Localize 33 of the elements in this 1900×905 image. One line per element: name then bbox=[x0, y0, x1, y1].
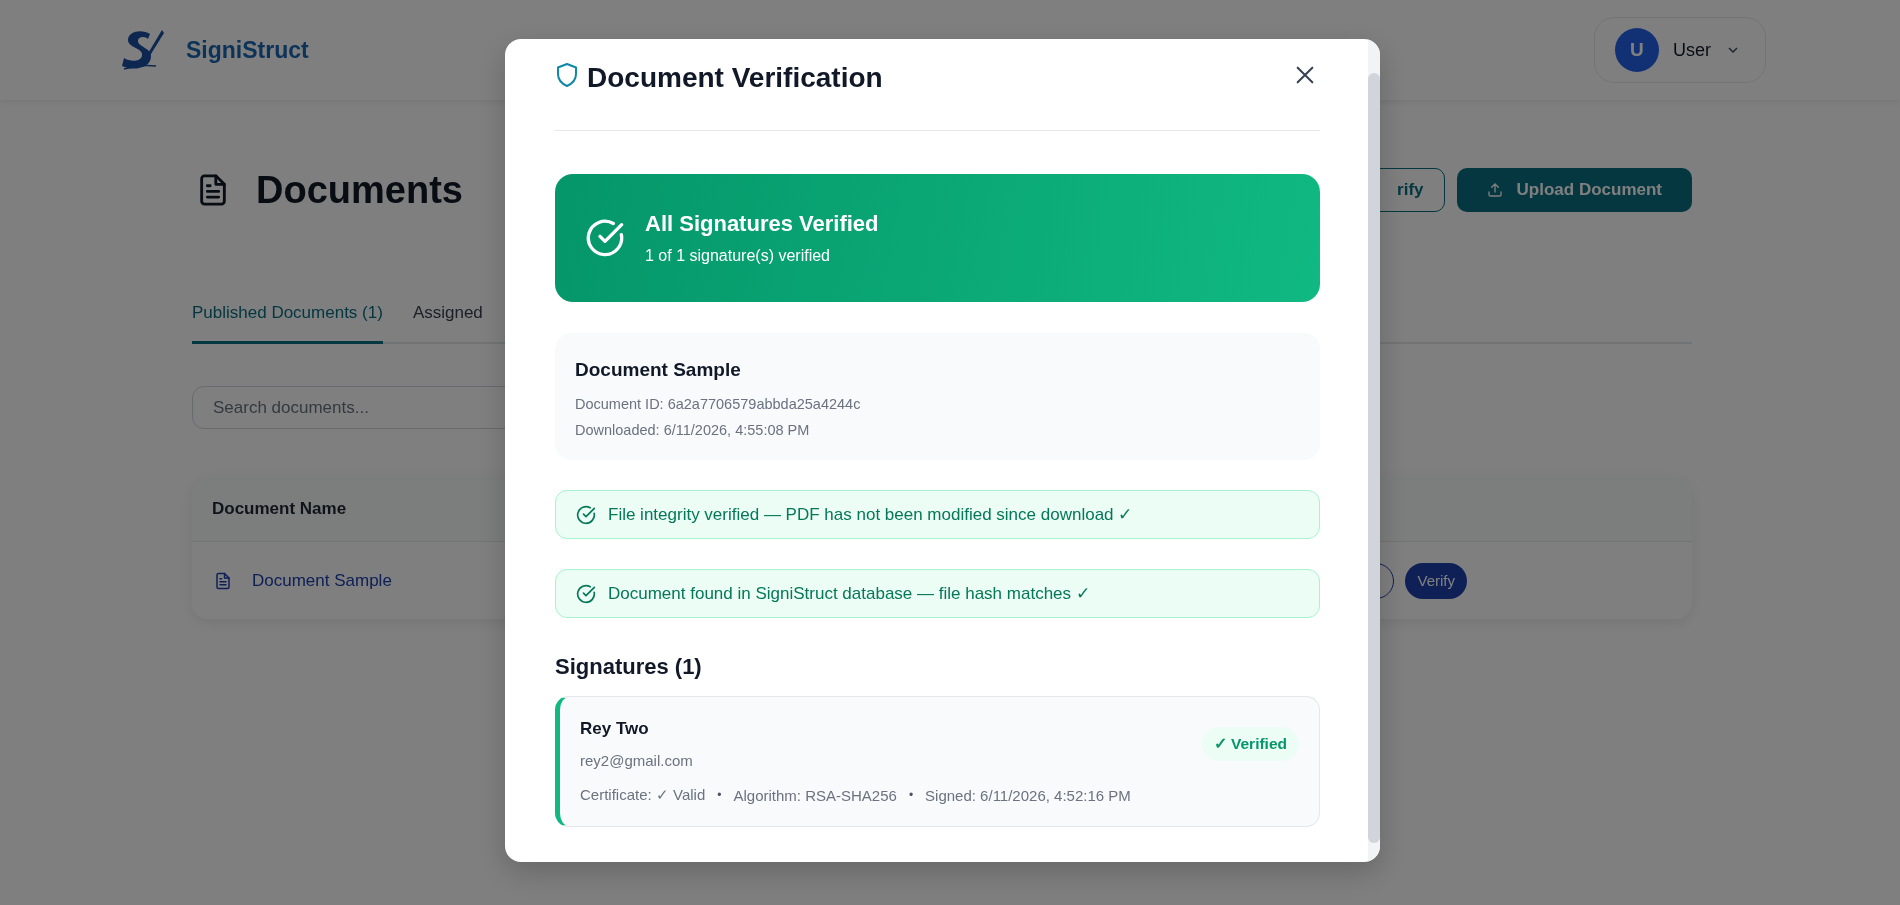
notice-text: File integrity verified — PDF has not been modified since download ✓ bbox=[608, 504, 1133, 525]
upload-icon bbox=[1486, 182, 1503, 198]
document-icon bbox=[214, 571, 232, 590]
signature-detail: Algorithm: RSA-SHA256 bbox=[733, 786, 897, 804]
banner-title: All Signatures Verified bbox=[645, 211, 879, 237]
check-circle-icon bbox=[576, 583, 596, 604]
check-circle-icon bbox=[576, 504, 596, 525]
verify-button[interactable]: Verify bbox=[1405, 562, 1467, 599]
separator-dot: • bbox=[717, 788, 722, 802]
scrollbar[interactable] bbox=[1368, 39, 1380, 862]
brand-name: SigniStruct bbox=[186, 36, 309, 64]
column-header: Document Name bbox=[212, 498, 347, 519]
page-title: Documents bbox=[256, 168, 463, 212]
section-heading: Signatures (1) bbox=[555, 654, 703, 680]
logo-icon bbox=[120, 28, 166, 72]
notice-text: Document found in SigniStruct database — file hash matches ✓ bbox=[608, 583, 1090, 604]
signature-detail: Certificate: ✓ Valid bbox=[580, 786, 706, 804]
signer-email: rey2@gmail.com bbox=[580, 752, 694, 769]
tab[interactable]: Assigned bbox=[412, 295, 483, 344]
document-link[interactable]: Document Sample bbox=[252, 570, 392, 591]
modal-title: Document Verification bbox=[587, 61, 883, 94]
user-avatar: U bbox=[1615, 28, 1659, 72]
banner-subtitle: 1 of 1 signature(s) verified bbox=[645, 247, 831, 265]
signature-detail: Signed: 6/11/2026, 4:52:16 PM bbox=[925, 786, 1131, 804]
tab[interactable]: Published Documents (1) bbox=[192, 295, 383, 344]
upload-button[interactable]: Upload Document bbox=[1456, 168, 1692, 212]
shield-icon bbox=[555, 61, 579, 88]
check-circle-icon bbox=[585, 218, 625, 258]
separator-dot: • bbox=[908, 788, 914, 802]
document-name: Document Sample bbox=[575, 359, 742, 381]
user-menu[interactable]: U User bbox=[1594, 17, 1766, 83]
status-badge: ✓ Verified bbox=[1201, 727, 1299, 761]
signer-name: Rey Two bbox=[580, 719, 650, 739]
